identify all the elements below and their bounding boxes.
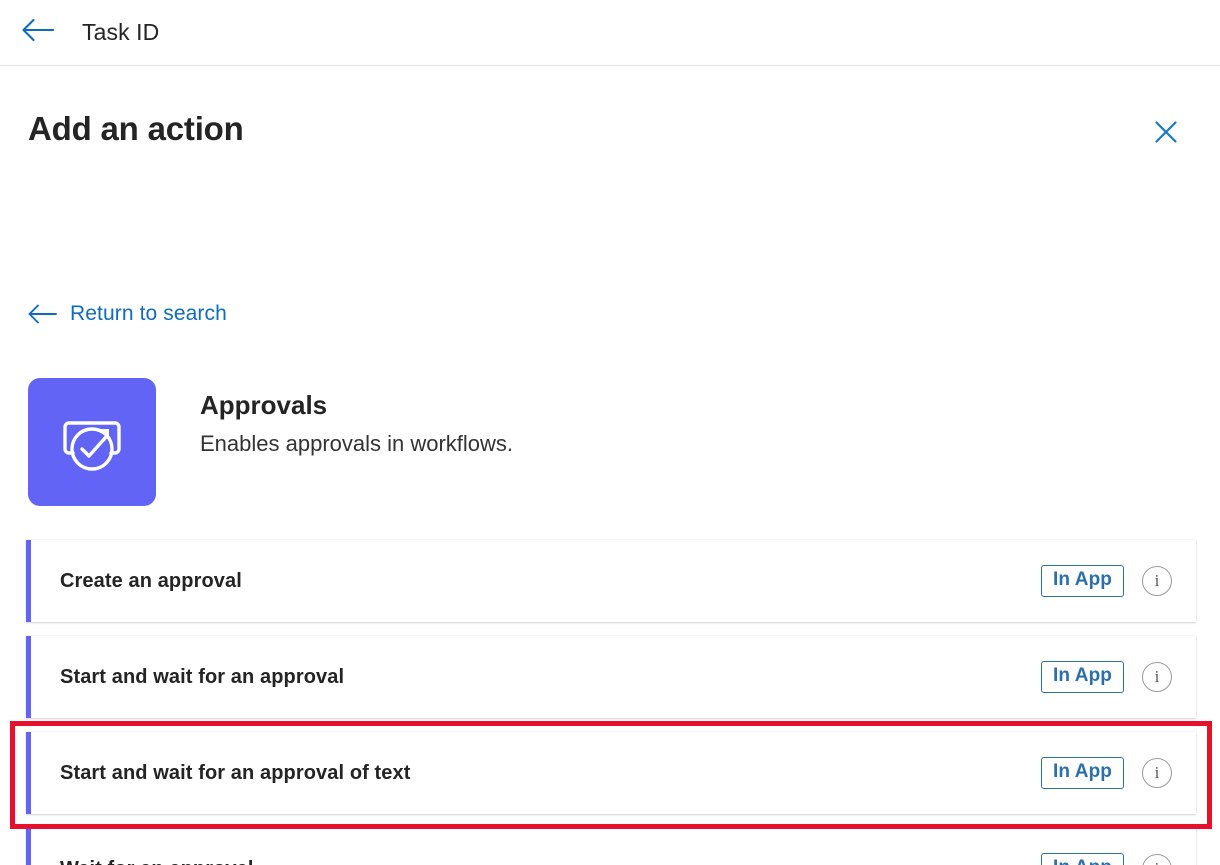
close-button[interactable] — [1146, 114, 1186, 154]
action-label: Start and wait for an approval of text — [60, 761, 411, 784]
back-button[interactable] — [14, 10, 60, 56]
app-title: Task ID — [82, 19, 160, 45]
return-to-search-label: Return to search — [70, 302, 227, 325]
approvals-icon — [28, 378, 156, 506]
arrow-left-icon — [20, 17, 55, 48]
connector-text: Approvals Enables approvals in workflows… — [200, 378, 513, 457]
in-app-badge: In App — [1041, 565, 1124, 597]
action-list: Create an approval In App i Start and wait … — [26, 540, 1196, 865]
page-title: Add an action — [28, 110, 244, 147]
action-label: Create an approval — [60, 569, 242, 592]
action-list-item[interactable]: Create an approval In App i — [26, 540, 1196, 622]
add-action-panel: Add an action Return to search Approvals… — [0, 66, 1220, 865]
in-app-badge: In App — [1041, 661, 1124, 693]
action-label: Wait for an approval — [60, 858, 1041, 865]
panel-header: Add an action — [24, 66, 1196, 174]
action-accent-bar — [26, 828, 31, 865]
action-accent-bar — [26, 732, 31, 814]
action-label: Start and wait for an approval — [60, 665, 345, 688]
in-app-badge: In App — [1041, 757, 1124, 789]
info-icon[interactable]: i — [1142, 566, 1172, 596]
connector-name: Approvals — [200, 390, 328, 420]
info-icon[interactable]: i — [1142, 758, 1172, 788]
action-accent-bar — [26, 540, 31, 622]
action-list-item[interactable]: Wait for an approvalIn App i — [26, 828, 1196, 865]
info-icon[interactable]: i — [1142, 662, 1172, 692]
connector-description: Enables approvals in workflows. — [200, 430, 514, 456]
app-header: Task ID — [0, 0, 1220, 66]
action-accent-bar — [26, 636, 31, 718]
action-list-item[interactable]: Start and wait for an approval In App i — [26, 636, 1196, 718]
connector-header: Approvals Enables approvals in workflows… — [28, 378, 513, 506]
in-app-badge: In App — [1041, 853, 1124, 865]
return-to-search-link[interactable]: Return to search — [26, 298, 227, 330]
action-list-item[interactable]: Start and wait for an approval of text In… — [26, 732, 1196, 814]
arrow-left-icon — [26, 302, 58, 326]
close-icon — [1153, 119, 1179, 150]
info-icon[interactable]: i — [1142, 854, 1172, 865]
